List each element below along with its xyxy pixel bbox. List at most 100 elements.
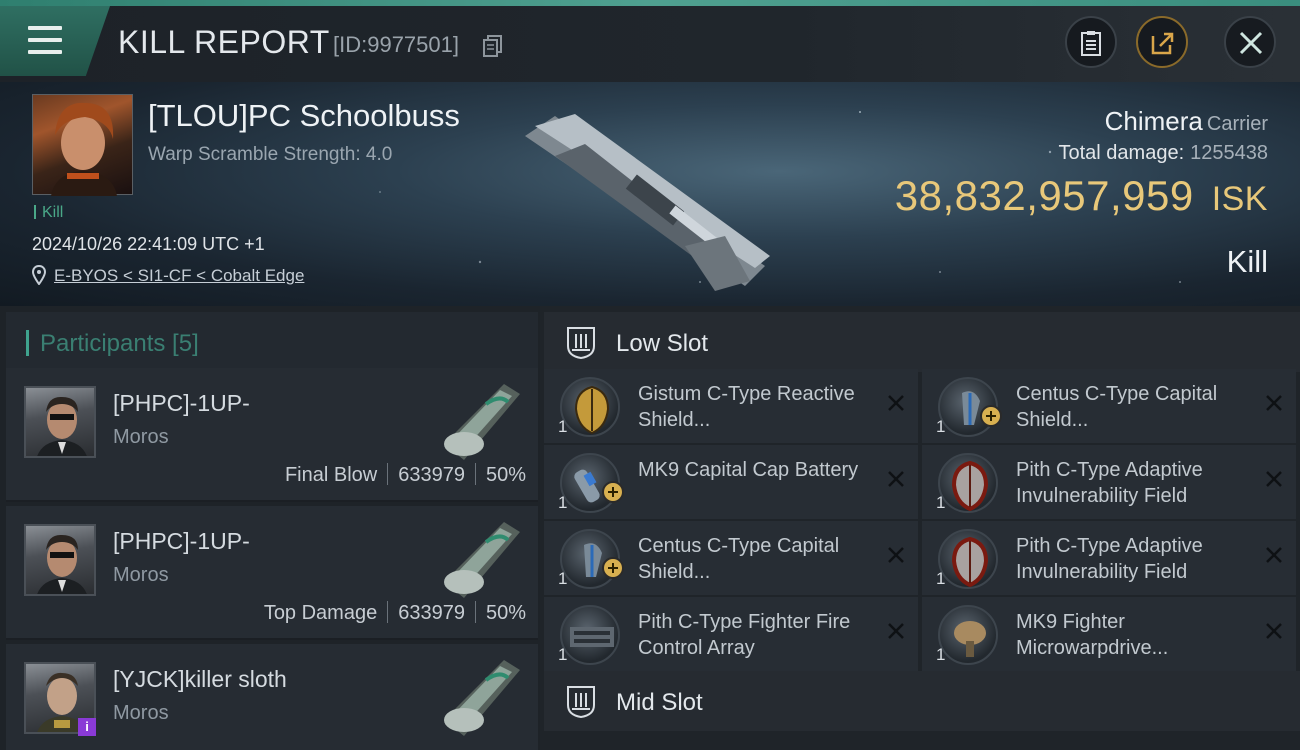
module-name: Pith C-Type Adaptive Invulnerability Fie…: [1016, 535, 1203, 583]
victim-ship-image: [525, 114, 770, 291]
location-pin-icon: [32, 265, 46, 285]
participant-role: Top Damage: [263, 602, 378, 624]
participant-damage: 633979: [398, 602, 465, 624]
module-item[interactable]: 1 Pith C-Type Adaptive Invulnerability F…: [922, 445, 1296, 519]
module-name: MK9 Fighter Microwarpdrive...: [1016, 611, 1169, 659]
module-quantity: 1: [936, 645, 946, 664]
total-damage: Total damage: 1255438: [1058, 142, 1268, 165]
destroyed-x-icon: [1266, 623, 1282, 639]
victim-portrait[interactable]: [32, 94, 133, 196]
destroyed-x-icon: [888, 395, 904, 411]
participants-panel: Participants [5] [PHPC]-1UP- Moros Final…: [0, 306, 540, 750]
total-damage-label: Total damage:: [1058, 142, 1185, 164]
share-button[interactable]: [1136, 16, 1188, 68]
kill-type: Kill: [1226, 244, 1268, 279]
module-item[interactable]: 1 Gistum C-Type Reactive Shield...: [544, 369, 918, 443]
module-item[interactable]: 1 Centus C-Type Capital Shield...: [544, 521, 918, 595]
fitting-panel: Low Slot 1 Gistum C-Type Reactive Shield…: [540, 306, 1300, 750]
participants-header: Participants [5]: [6, 312, 538, 370]
module-quantity: 1: [936, 493, 946, 512]
page-title: KILL REPORT: [118, 24, 330, 60]
module-item[interactable]: 1 Pith C-Type Adaptive Invulnerability F…: [922, 521, 1296, 595]
info-badge: i: [78, 718, 96, 736]
invuln-field-icon: [938, 453, 998, 513]
shield-hardener-gold-icon: [560, 377, 620, 437]
participant-damage: 633979: [398, 464, 465, 486]
fighter-fire-control-icon: [560, 605, 620, 665]
module-name: Centus C-Type Capital Shield...: [638, 535, 840, 583]
copy-icon[interactable]: [483, 35, 503, 57]
module-name: Pith C-Type Adaptive Invulnerability Fie…: [1016, 459, 1203, 507]
fighter-mwd-icon: [938, 605, 998, 665]
victim-ship-name: Chimera: [1104, 106, 1203, 136]
participant-avatar[interactable]: [24, 386, 96, 458]
participant-stats: Top Damage 633979 50%: [264, 601, 526, 625]
clipboard-button[interactable]: [1065, 16, 1117, 68]
low-slot-title: Low Slot: [616, 330, 709, 357]
participant-ship: Moros: [113, 702, 169, 724]
plus-badge-icon: [980, 405, 1002, 427]
victim-ship[interactable]: Chimera Carrier: [1105, 106, 1268, 137]
destroyed-x-icon: [1266, 395, 1282, 411]
destroyed-x-icon: [1266, 547, 1282, 563]
share-icon: [1151, 32, 1174, 55]
participant-name: [PHPC]-1UP-: [113, 528, 250, 554]
hamburger-menu-icon: [28, 26, 62, 54]
participant-ship-image: [444, 384, 520, 460]
destroyed-x-icon: [888, 471, 904, 487]
participant-ship-image: [444, 660, 520, 736]
participant-ship-image: [444, 522, 520, 598]
module-quantity: 1: [936, 569, 946, 588]
warp-scramble-strength: Warp Scramble Strength: 4.0: [148, 144, 393, 165]
close-icon: [1239, 31, 1263, 55]
menu-button[interactable]: [0, 6, 110, 76]
total-damage-value: 1255438: [1190, 142, 1268, 164]
victim-banner: [TLOU]PC Schoolbuss Warp Scramble Streng…: [0, 82, 1300, 306]
invuln-field-icon: [938, 529, 998, 589]
destroyed-x-icon: [888, 623, 904, 639]
victim-name[interactable]: [TLOU]PC Schoolbuss: [148, 98, 460, 134]
low-slot-header: Low Slot: [544, 312, 1300, 372]
header-accent-bar: [26, 330, 29, 356]
participant-percent: 50%: [485, 464, 526, 486]
module-item[interactable]: 1 Pith C-Type Fighter Fire Control Array: [544, 597, 918, 671]
low-slot-icon: [567, 327, 595, 360]
isk-amount: 38,832,957,959: [894, 172, 1194, 219]
close-button[interactable]: [1224, 16, 1276, 68]
kill-datetime: 2024/10/26 22:41:09 UTC +1: [32, 234, 265, 254]
participant-avatar[interactable]: [24, 524, 96, 596]
clipboard-icon: [1081, 31, 1101, 56]
victim-ship-class: Carrier: [1206, 113, 1268, 135]
top-bar: KILL REPORT [ID:9977501]: [0, 0, 1300, 82]
module-item[interactable]: 1 MK9 Capital Cap Battery: [544, 445, 918, 519]
module-name: Gistum C-Type Reactive Shield...: [638, 383, 855, 431]
mid-slot-title: Mid Slot: [616, 689, 703, 716]
participant-card[interactable]: [PHPC]-1UP- Moros Final Blow 633979 50%: [6, 368, 538, 502]
participant-card[interactable]: [PHPC]-1UP- Moros Top Damage 633979 50%: [6, 506, 538, 640]
mid-slot-header: Mid Slot: [544, 671, 1300, 731]
module-item[interactable]: 1 Centus C-Type Capital Shield...: [922, 369, 1296, 443]
participant-role: Final Blow: [284, 464, 378, 486]
participant-card[interactable]: i [YJCK]killer sloth Moros: [6, 644, 538, 750]
isk-value: 38,832,957,959 ISK: [895, 172, 1268, 220]
module-name: Centus C-Type Capital Shield...: [1016, 383, 1218, 431]
destroyed-x-icon: [888, 547, 904, 563]
participant-ship: Moros: [113, 564, 169, 586]
participant-percent: 50%: [485, 602, 526, 624]
participant-stats: Final Blow 633979 50%: [285, 463, 526, 487]
module-item[interactable]: 1 MK9 Fighter Microwarpdrive...: [922, 597, 1296, 671]
module-name: MK9 Capital Cap Battery: [638, 459, 859, 481]
module-quantity: 1: [936, 417, 946, 436]
module-quantity: 1: [558, 569, 568, 588]
module-quantity: 1: [558, 493, 568, 512]
report-id: [ID:9977501]: [333, 32, 459, 57]
participant-name: [YJCK]killer sloth: [113, 666, 287, 692]
module-quantity: 1: [558, 417, 568, 436]
plus-badge-icon: [602, 557, 624, 579]
mid-slot-icon: [567, 686, 595, 719]
plus-badge-icon: [602, 481, 624, 503]
kill-location-link[interactable]: E-BYOS < SI1-CF < Cobalt Edge: [54, 266, 304, 286]
participant-ship: Moros: [113, 426, 169, 448]
participants-title: Participants [5]: [40, 330, 199, 357]
module-quantity: 1: [558, 645, 568, 664]
